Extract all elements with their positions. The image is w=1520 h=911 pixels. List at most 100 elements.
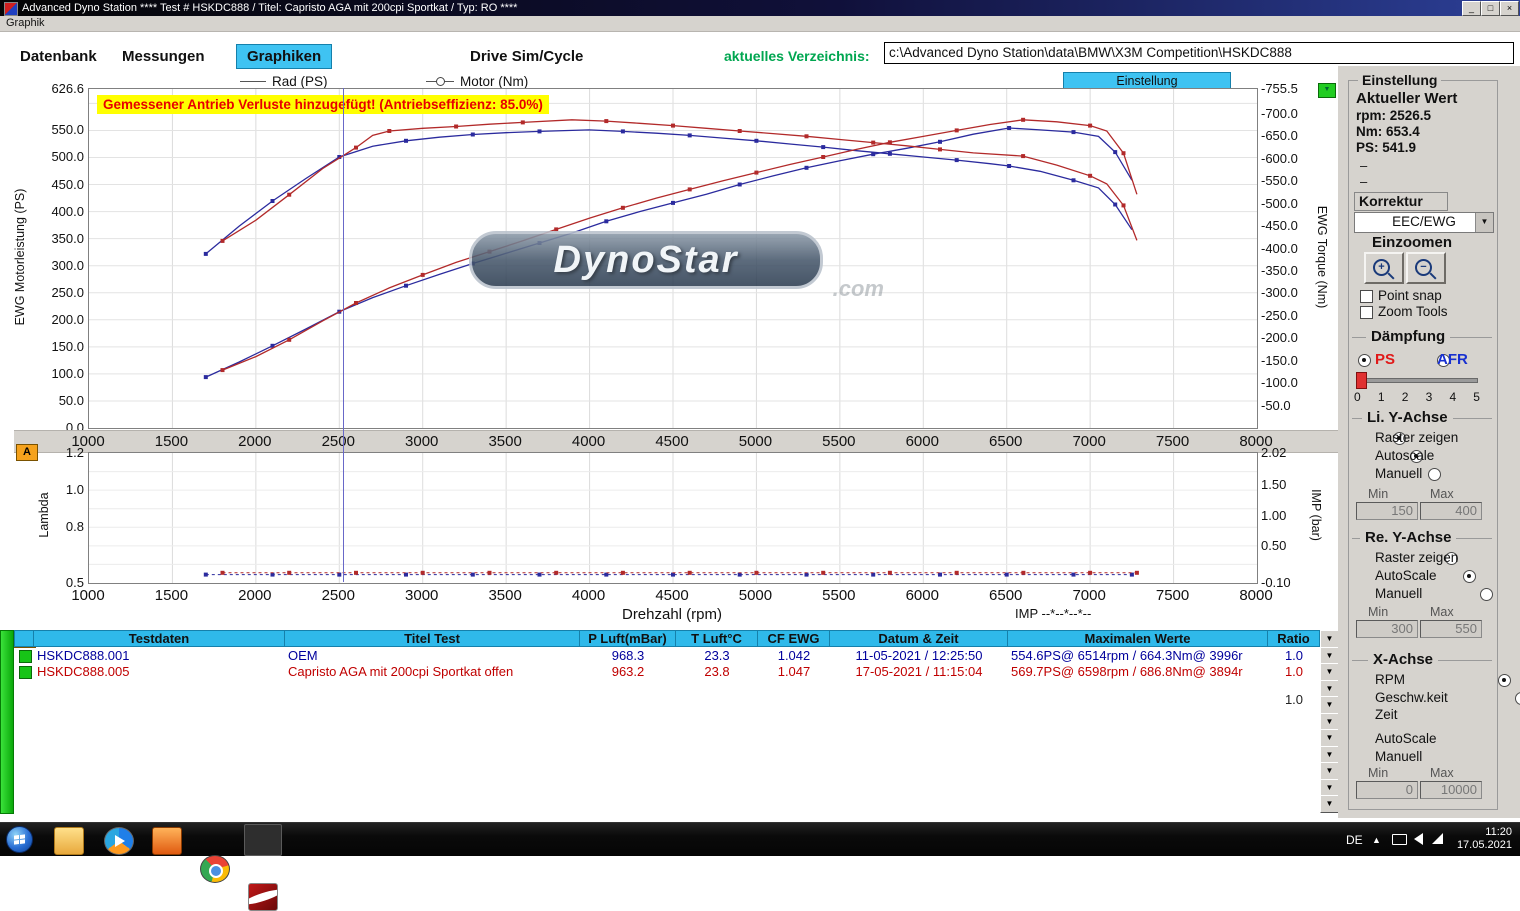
extra-ratio-value: 1.0 (1268, 692, 1320, 707)
axis-tick: -600.0 (1261, 151, 1298, 166)
table-row[interactable]: HSKDC888.005 Capristo AGA mit 200cpi Spo… (14, 664, 1320, 680)
xachse-max-field[interactable]: 10000 (1420, 781, 1482, 799)
rey-max-field[interactable]: 550 (1420, 620, 1482, 638)
tray-speaker-icon[interactable] (1414, 833, 1423, 845)
cell-datum: 11-05-2021 / 12:25:50 (830, 648, 1008, 664)
zoom-tools-checkbox[interactable] (1360, 306, 1373, 319)
table-header: Testdaten Titel Test P Luft(mBar) T Luft… (14, 630, 1320, 647)
language-indicator[interactable]: DE (1346, 833, 1363, 847)
axis-tick: 3500 (475, 587, 535, 604)
axis-tick: 1.50 (1261, 477, 1286, 492)
dynostar-app-icon[interactable] (248, 883, 278, 911)
tab-graphiken[interactable]: Graphiken (236, 44, 332, 69)
legend-motor-marker-icon (436, 77, 445, 86)
chrome-icon[interactable] (200, 855, 230, 883)
rey-autoscale-label: AutoScale (1375, 568, 1437, 583)
liy-min-field[interactable]: 150 (1356, 502, 1418, 520)
korrektur-value: EEC/EWG (1392, 214, 1456, 229)
liy-max-field[interactable]: 400 (1420, 502, 1482, 520)
xachse-geschw-label: Geschw.keit (1375, 690, 1448, 705)
dynostar-watermark: DynoStar .com (469, 231, 823, 289)
lambda-x-axis: 1000150020002500300035004000450050005500… (88, 585, 1256, 604)
current-dash-1: – (1360, 158, 1367, 173)
current-ps: PS: 541.9 (1356, 140, 1416, 155)
taskbar-clock[interactable]: 11:20 17.05.2021 (1452, 826, 1512, 852)
tray-network-icon[interactable] (1432, 833, 1443, 844)
axis-tick: -150.0 (1261, 353, 1298, 368)
rey-autoscale-radio[interactable] (1463, 570, 1476, 583)
zoom-out-button[interactable]: − (1406, 252, 1446, 284)
rey-manuell-label: Manuell (1375, 586, 1422, 601)
media-player-icon[interactable] (104, 827, 134, 855)
axis-tick: -755.5 (1261, 81, 1298, 96)
axis-tick: 7500 (1143, 587, 1203, 604)
x-axis-label: Drehzahl (rpm) (592, 606, 752, 623)
legend-motor-label: Motor (Nm) (460, 74, 528, 89)
table-header-cfewg[interactable]: CF EWG (758, 630, 830, 647)
scroll-down-button[interactable]: ▼ (1320, 746, 1339, 764)
axis-tick: 6500 (976, 587, 1036, 604)
scroll-down-button[interactable]: ▼ (1320, 680, 1339, 698)
tab-datenbank[interactable]: Datenbank (20, 48, 97, 65)
minimize-button[interactable]: _ (1462, 1, 1481, 16)
table-header-pluft[interactable]: P Luft(mBar) (580, 630, 676, 647)
daempfung-ps-radio[interactable] (1358, 354, 1371, 367)
zoom-in-button[interactable]: + (1364, 252, 1404, 284)
scroll-down-button[interactable]: ▼ (1320, 729, 1339, 747)
table-row[interactable]: HSKDC888.001 OEM 968.3 23.3 1.042 11-05-… (14, 648, 1320, 664)
liy-title: Li. Y-Achse (1362, 409, 1453, 426)
scroll-down-button[interactable]: ▼ (1320, 795, 1339, 813)
right-axis-title: EWG Torque (Nm) (1315, 167, 1329, 347)
close-button[interactable]: × (1500, 1, 1519, 16)
rey-max-label: Max (1430, 605, 1454, 619)
scroll-down-button[interactable]: ▼ (1320, 696, 1339, 714)
table-header-max[interactable]: Maximalen Werte (1008, 630, 1268, 647)
dropdown-arrow-icon[interactable]: ▼ (1475, 213, 1493, 232)
daempfung-slider-thumb[interactable] (1356, 372, 1367, 389)
table-header-testdaten[interactable]: Testdaten (34, 630, 285, 647)
xachse-min-field[interactable]: 0 (1356, 781, 1418, 799)
daempfung-slider[interactable] (1358, 378, 1478, 383)
axis-tick: 3000 (392, 433, 452, 450)
file-explorer-icon[interactable] (54, 827, 84, 855)
scale-0: 0 (1354, 390, 1361, 404)
color-picker-button[interactable]: ▼ (1318, 83, 1336, 98)
table-header-ratio[interactable]: Ratio (1268, 630, 1320, 647)
table-header-datum[interactable]: Datum & Zeit (830, 630, 1008, 647)
scroll-down-button[interactable]: ▼ (1320, 762, 1339, 780)
korrektur-dropdown[interactable]: EEC/EWG ▼ (1354, 212, 1494, 233)
axis-tick: 6000 (892, 433, 952, 450)
axis-tick: 300.0 (51, 258, 84, 273)
main-chart-plot: Gemessener Antrieb Verluste hinzugefügt!… (88, 88, 1258, 429)
axis-tick: 3500 (475, 433, 535, 450)
rey-min-field[interactable]: 300 (1356, 620, 1418, 638)
directory-input[interactable]: c:\Advanced Dyno Station\data\BMW\X3M Co… (884, 42, 1514, 64)
liy-manuell-radio[interactable] (1428, 468, 1441, 481)
table-header-tluft[interactable]: T Luft°C (676, 630, 758, 647)
axis-tick: 200.0 (51, 312, 84, 327)
orange-app-icon[interactable] (152, 827, 182, 855)
rey-min-label: Min (1368, 605, 1388, 619)
chart-cursor-line[interactable] (343, 88, 344, 582)
point-snap-checkbox[interactable] (1360, 290, 1373, 303)
scroll-down-button[interactable]: ▼ (1320, 647, 1339, 665)
table-header-titel[interactable]: Titel Test (285, 630, 580, 647)
tab-drive-sim[interactable]: Drive Sim/Cycle (470, 48, 583, 65)
scroll-down-button[interactable]: ▼ (1320, 630, 1339, 648)
xachse-rpm-radio[interactable] (1498, 674, 1511, 687)
tray-expand-icon[interactable]: ▲ (1372, 835, 1381, 845)
menu-graphik[interactable]: Graphik (6, 16, 45, 31)
axis-tick: -350.0 (1261, 263, 1298, 278)
app-icon (4, 2, 18, 16)
liy-autoscale-label: Autoscale (1375, 448, 1434, 463)
tray-monitor-icon[interactable] (1392, 834, 1407, 845)
clock-date: 17.05.2021 (1452, 839, 1512, 852)
table-scrollbar[interactable]: ▼▼▼▼▼▼▼▼▼▼▼ (1320, 630, 1338, 812)
tab-messungen[interactable]: Messungen (122, 48, 205, 65)
axis-tick: -550.0 (1261, 173, 1298, 188)
scroll-down-button[interactable]: ▼ (1320, 663, 1339, 681)
maximize-button[interactable]: □ (1481, 1, 1500, 16)
scroll-down-button[interactable]: ▼ (1320, 713, 1339, 731)
scroll-down-button[interactable]: ▼ (1320, 779, 1339, 797)
start-button[interactable] (6, 826, 33, 853)
